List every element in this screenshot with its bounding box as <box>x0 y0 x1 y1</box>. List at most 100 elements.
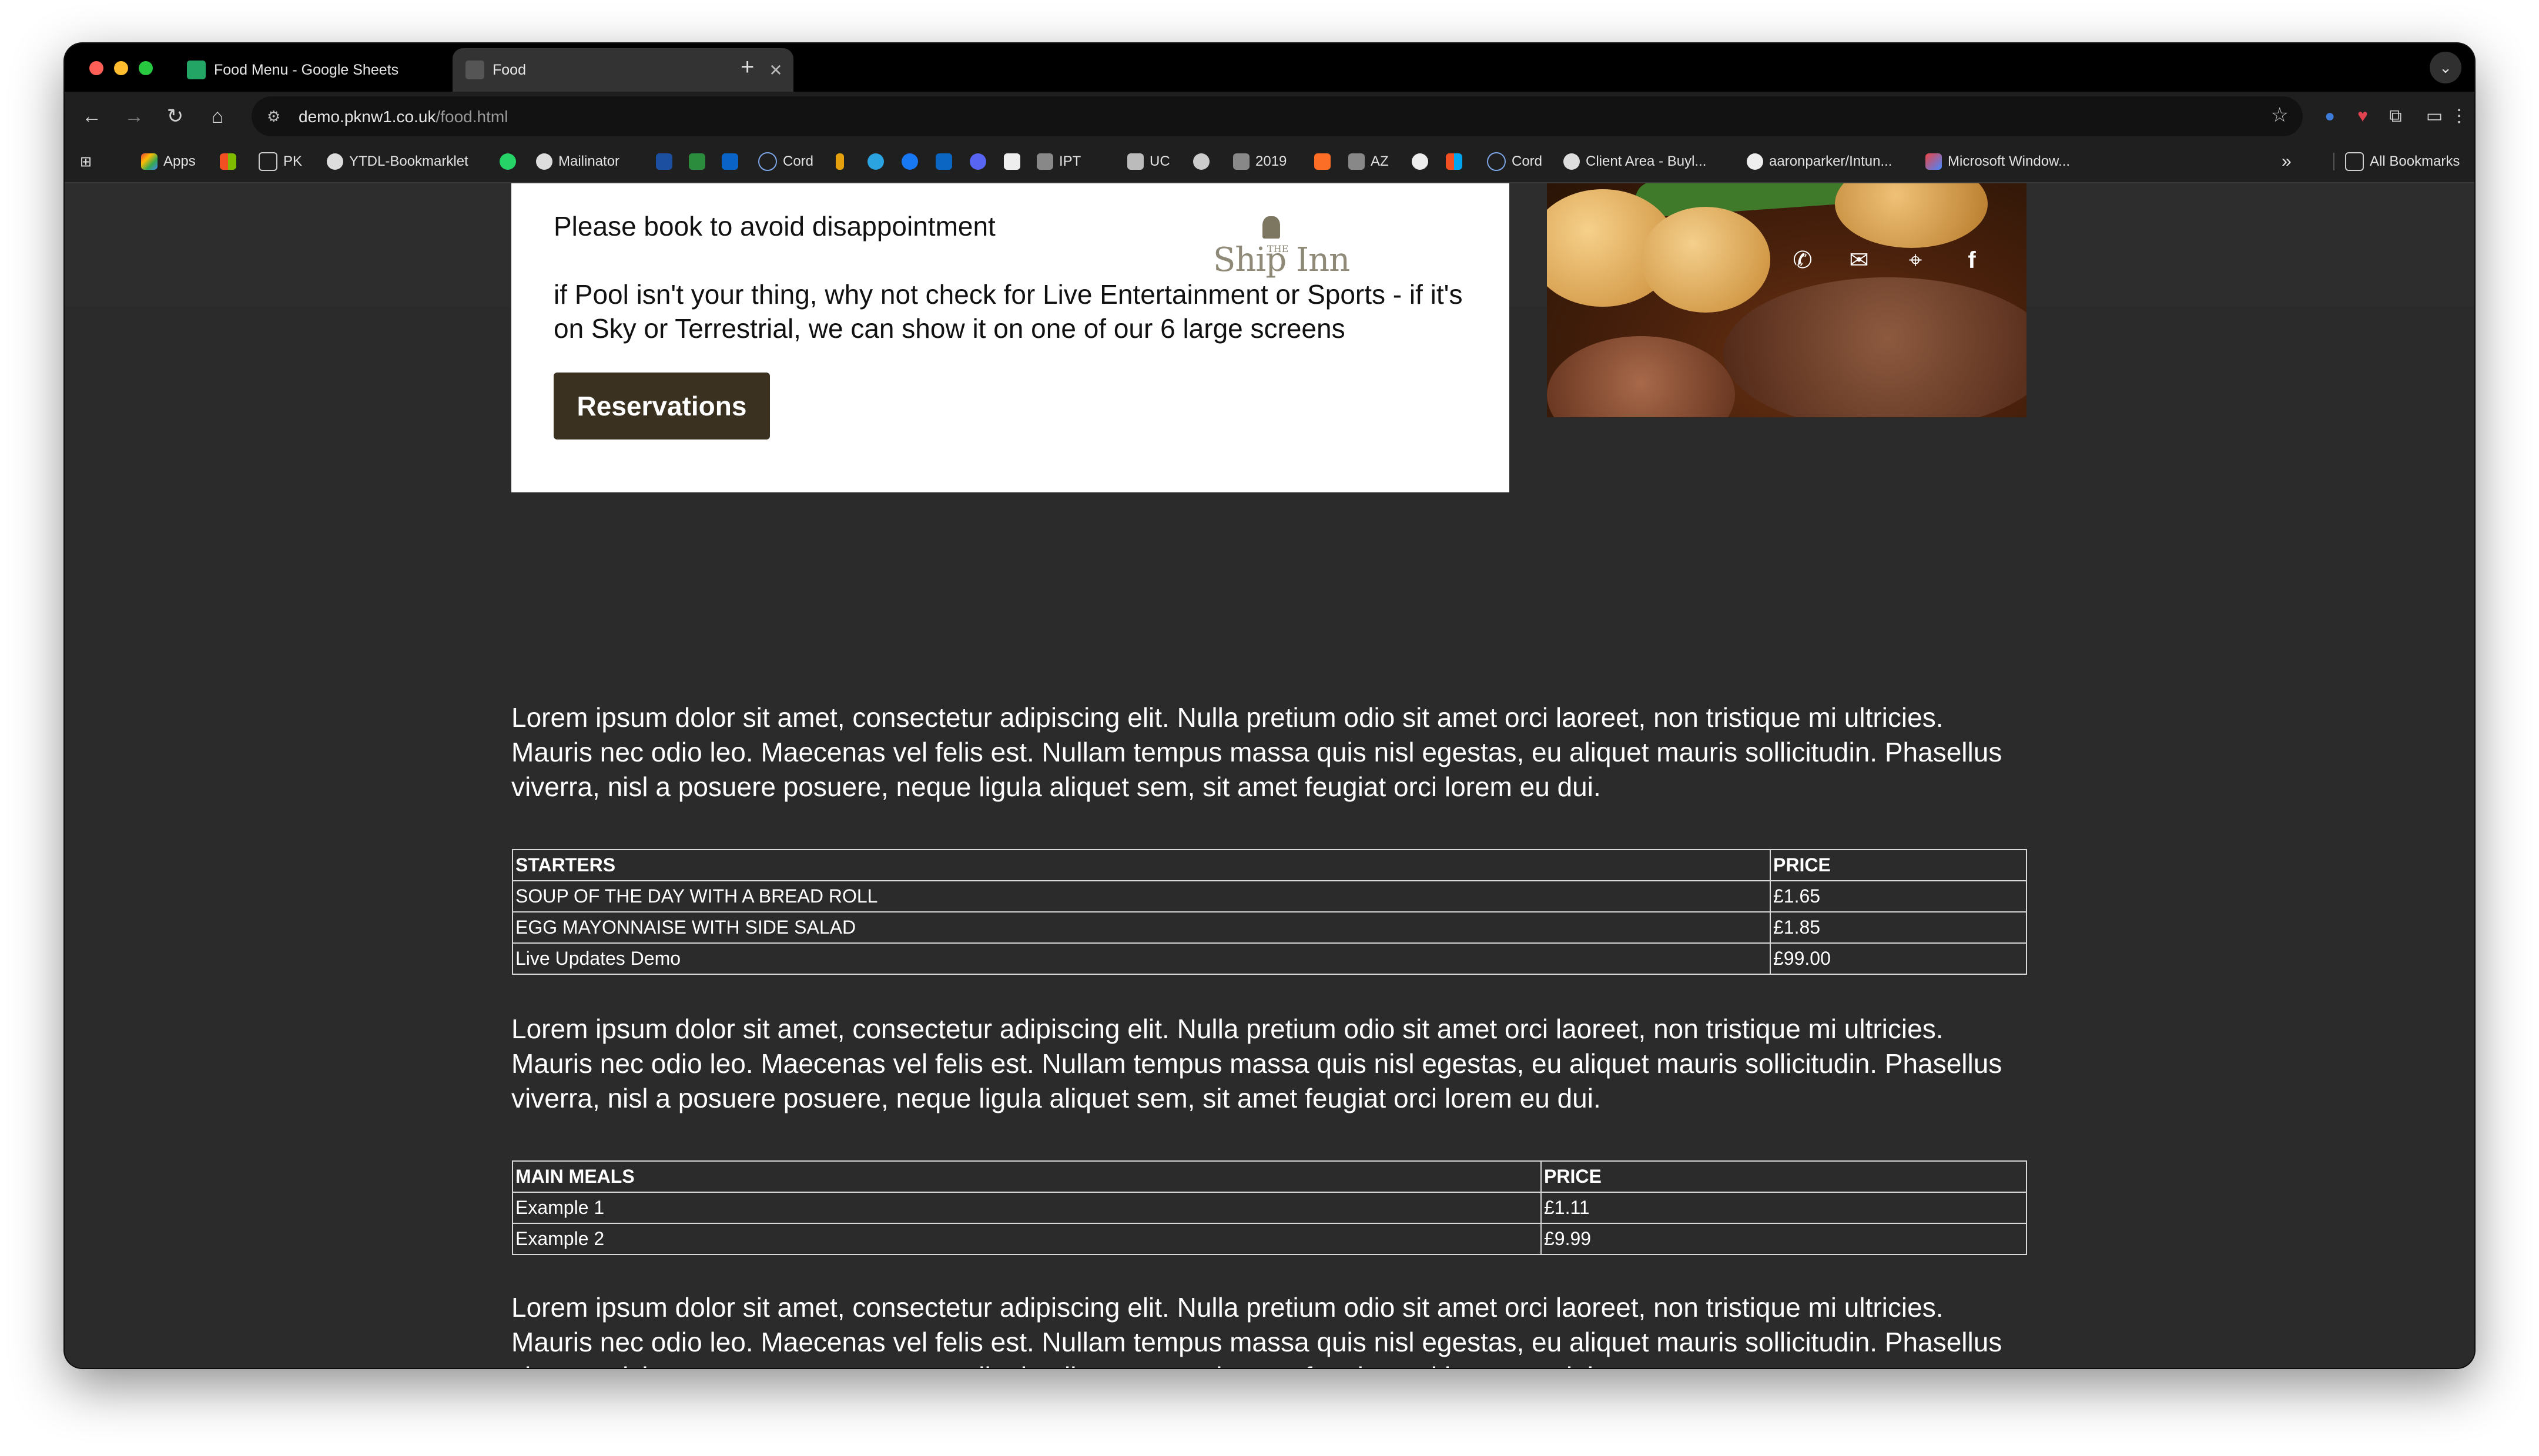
starters-table: STARTERS PRICE SOUP OF THE DAY WITH A BR… <box>512 849 2027 975</box>
lorem-paragraph-1: Lorem ipsum dolor sit amet, consectetur … <box>511 702 2002 802</box>
app-icon <box>689 153 705 170</box>
back-icon[interactable]: ← <box>78 102 106 130</box>
bookmark-outlook-icon[interactable] <box>722 151 744 172</box>
profile-avatar[interactable]: ▭ <box>2420 102 2448 130</box>
site-info-icon[interactable]: ⚙ <box>267 106 288 127</box>
table-header-row: MAIN MEALS PRICE <box>512 1160 2027 1193</box>
bookmarks-bar: ⊞ Apps PK YTDL-Bookmarklet Mailinator Co… <box>65 141 2474 183</box>
bookmark-gitlab-icon[interactable] <box>1314 151 1337 172</box>
home-icon[interactable]: ⌂ <box>203 102 232 130</box>
bookmark-ipt[interactable]: IPT <box>1037 151 1081 172</box>
extensions-puzzle-icon[interactable]: ⧉ <box>2381 102 2410 130</box>
maximize-window-button[interactable] <box>139 61 153 75</box>
lorem-paragraph-2: Lorem ipsum dolor sit amet, consectetur … <box>511 1014 2002 1113</box>
facebook-icon[interactable]: f <box>1957 246 1987 275</box>
main-meals-header: MAIN MEALS <box>512 1160 1542 1193</box>
bookmarks-overflow-icon[interactable]: » <box>2282 151 2292 172</box>
app-icon <box>1004 153 1020 170</box>
page-content: Please book to avoid disappointment if P… <box>65 183 2474 1368</box>
mail-icon[interactable]: ✉ <box>1844 246 1874 275</box>
forward-icon[interactable]: → <box>120 102 148 130</box>
bookmark-cord-1[interactable]: Cord <box>758 151 813 172</box>
gitlab-icon <box>1314 153 1331 170</box>
bookmark-2019[interactable]: 2019 <box>1233 151 1287 172</box>
lorem-paragraph-3: Lorem ipsum dolor sit amet, consectetur … <box>511 1292 2002 1368</box>
bookmark-microsoft-window[interactable]: Microsoft Window... <box>1925 151 2070 172</box>
phone-icon[interactable]: ✆ <box>1788 246 1817 275</box>
bookmark-aaronparker[interactable]: aaronparker/Intun... <box>1747 151 1892 172</box>
microsoft-icon <box>220 153 236 170</box>
item-price: £9.99 <box>1540 1223 2027 1255</box>
new-tab-button[interactable]: + <box>741 54 754 80</box>
bookmark-telegram-icon[interactable] <box>867 151 890 172</box>
microsoft-icon <box>1446 153 1462 170</box>
booking-card: Please book to avoid disappointment if P… <box>511 183 1509 492</box>
tab-title: Food Menu - Google Sheets <box>214 61 399 78</box>
table-header-row: STARTERS PRICE <box>512 849 2027 881</box>
toolbar: ← → ↻ ⌂ ⚙ demo.pknw1.co.uk/food.html ☆ ●… <box>65 92 2474 141</box>
bookmark-ytdl[interactable]: YTDL-Bookmarklet <box>327 151 468 172</box>
menu-kebab-icon[interactable]: ⋮ <box>2445 102 2473 130</box>
cord-icon <box>1487 152 1506 171</box>
bookmark-linkedin-icon[interactable] <box>936 151 958 172</box>
uc-icon <box>1127 153 1144 170</box>
pocket-icon[interactable]: ♥ <box>2349 102 2377 130</box>
bookmark-green-icon[interactable] <box>689 151 711 172</box>
main-meals-table: MAIN MEALS PRICE Example 1 £1.11 Example… <box>512 1160 2027 1255</box>
bookmark-discord-icon[interactable] <box>970 151 992 172</box>
outlook-icon <box>722 153 738 170</box>
globe-icon <box>536 153 552 170</box>
location-pin-icon[interactable]: ⌖ <box>1901 246 1930 275</box>
bookmark-mailinator[interactable]: Mailinator <box>536 151 619 172</box>
book-text: Please book to avoid disappointment <box>554 211 996 241</box>
bookmarks-divider <box>2333 153 2343 170</box>
bookmark-whatsapp[interactable] <box>500 151 522 172</box>
item-price: £1.85 <box>1770 911 2027 944</box>
extension-shield-icon[interactable]: ● <box>2316 102 2344 130</box>
cord-icon <box>758 152 777 171</box>
bookmark-plex-icon[interactable] <box>836 151 850 172</box>
bookmark-github-icon[interactable] <box>1412 151 1434 172</box>
close-tab-icon[interactable]: ✕ <box>764 61 788 80</box>
facebook-icon <box>902 153 918 170</box>
price-header: PRICE <box>1770 849 2027 881</box>
bookmark-uc[interactable]: UC <box>1127 151 1170 172</box>
m-icon <box>656 153 672 170</box>
item-name: SOUP OF THE DAY WITH A BREAD ROLL <box>512 880 1771 912</box>
tab-title: Food <box>493 61 526 78</box>
site-favicon-icon <box>465 61 484 79</box>
globe-icon <box>327 153 343 170</box>
bookmark-m-icon[interactable] <box>656 151 678 172</box>
reload-icon[interactable]: ↻ <box>161 102 189 130</box>
globe-icon <box>1563 153 1580 170</box>
bookmark-pk[interactable]: PK <box>259 151 302 172</box>
bookmark-az[interactable]: AZ <box>1348 151 1389 172</box>
bookmark-facebook-icon[interactable] <box>902 151 924 172</box>
bookmark-star-icon[interactable]: ☆ <box>2271 103 2289 127</box>
ipt-icon <box>1037 153 1053 170</box>
table-row: SOUP OF THE DAY WITH A BREAD ROLL £1.65 <box>512 880 2027 912</box>
ship-inn-logo: THE Ship Inn <box>1213 216 1354 281</box>
plex-icon <box>836 153 844 170</box>
apps-grid-icon[interactable]: ⊞ <box>80 151 92 172</box>
table-row: Example 1 £1.11 <box>512 1192 2027 1224</box>
bookmark-cord-2[interactable]: Cord <box>1487 151 1542 172</box>
bookmark-client-area[interactable]: Client Area - Buyl... <box>1563 151 1706 172</box>
all-bookmarks[interactable]: All Bookmarks <box>2345 151 2460 172</box>
close-window-button[interactable] <box>89 61 103 75</box>
pool-text: if Pool isn't your thing, why not check … <box>554 279 1463 344</box>
bookmark-bar-icon[interactable] <box>1004 151 1026 172</box>
folder-icon <box>259 152 277 171</box>
item-name: Example 2 <box>512 1223 1542 1255</box>
bookmark-apps[interactable]: Apps <box>141 151 196 172</box>
address-bar[interactable]: ⚙ demo.pknw1.co.uk/food.html ☆ <box>252 96 2303 136</box>
table-row: Example 2 £9.99 <box>512 1223 2027 1255</box>
bookmark-microsoft-icon[interactable] <box>220 151 242 172</box>
url-text: demo.pknw1.co.uk/food.html <box>299 108 508 126</box>
bookmark-chrome-icon[interactable] <box>1193 151 1215 172</box>
reservations-button[interactable]: Reservations <box>554 373 770 440</box>
item-name: Example 1 <box>512 1192 1542 1224</box>
bookmark-ms-grid-icon[interactable] <box>1446 151 1468 172</box>
minimize-window-button[interactable] <box>114 61 128 75</box>
tab-search-icon[interactable]: ⌄ <box>2430 52 2461 83</box>
